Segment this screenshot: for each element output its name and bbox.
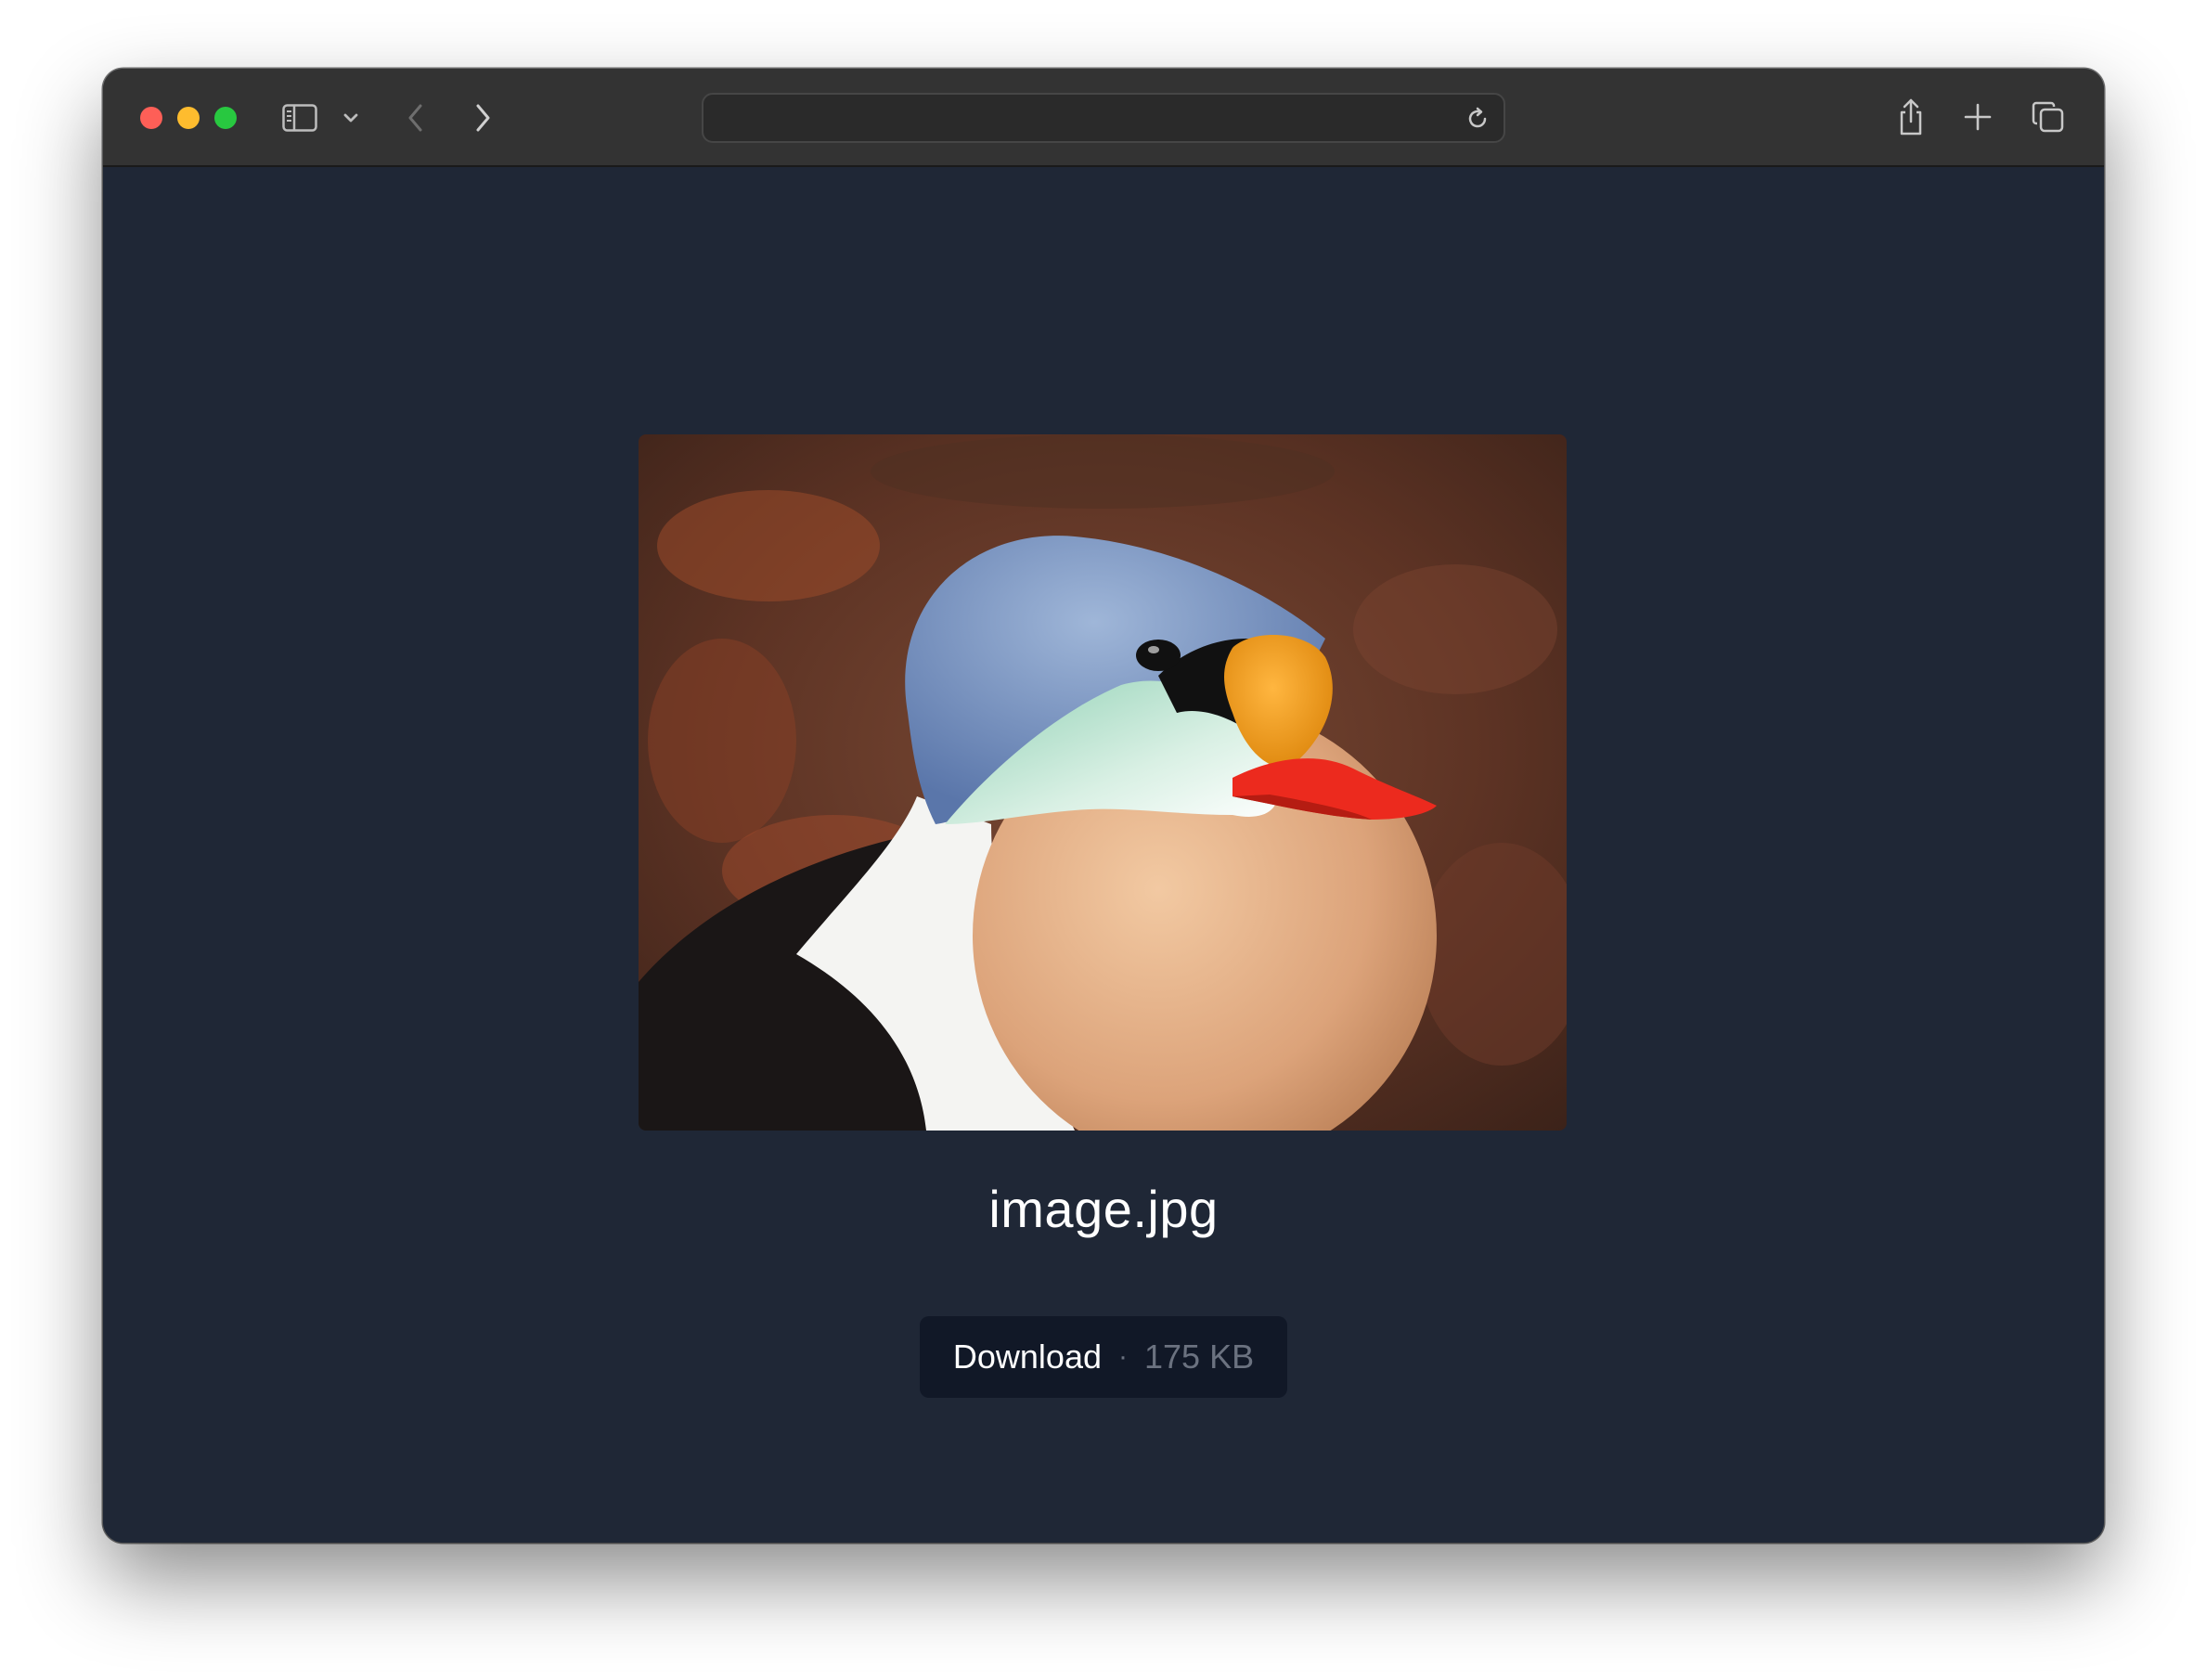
share-icon[interactable]	[1892, 95, 1930, 139]
minimize-window-button[interactable]	[177, 107, 200, 129]
browser-window: image.jpg Download · 175 KB	[103, 69, 2104, 1543]
url-input[interactable]	[720, 102, 1448, 136]
close-window-button[interactable]	[140, 107, 162, 129]
download-button[interactable]: Download · 175 KB	[920, 1316, 1287, 1398]
reload-icon[interactable]	[1463, 104, 1492, 134]
chevron-down-icon[interactable]	[341, 108, 361, 128]
download-separator: ·	[1118, 1341, 1128, 1372]
address-bar[interactable]	[702, 93, 1505, 143]
duck-photo	[639, 434, 1567, 1131]
back-arrow-icon[interactable]	[402, 100, 430, 136]
page-content: image.jpg Download · 175 KB	[103, 167, 2104, 1543]
tab-overview-icon[interactable]	[2030, 98, 2067, 136]
file-size: 175 KB	[1144, 1338, 1255, 1376]
download-label: Download	[952, 1338, 1102, 1376]
sidebar-icon[interactable]	[281, 102, 318, 134]
forward-arrow-icon[interactable]	[469, 100, 497, 136]
file-name: image.jpg	[988, 1180, 1219, 1238]
image-preview[interactable]	[639, 434, 1567, 1131]
browser-toolbar	[103, 69, 2104, 167]
plus-icon[interactable]	[1961, 100, 1994, 134]
maximize-window-button[interactable]	[214, 107, 237, 129]
